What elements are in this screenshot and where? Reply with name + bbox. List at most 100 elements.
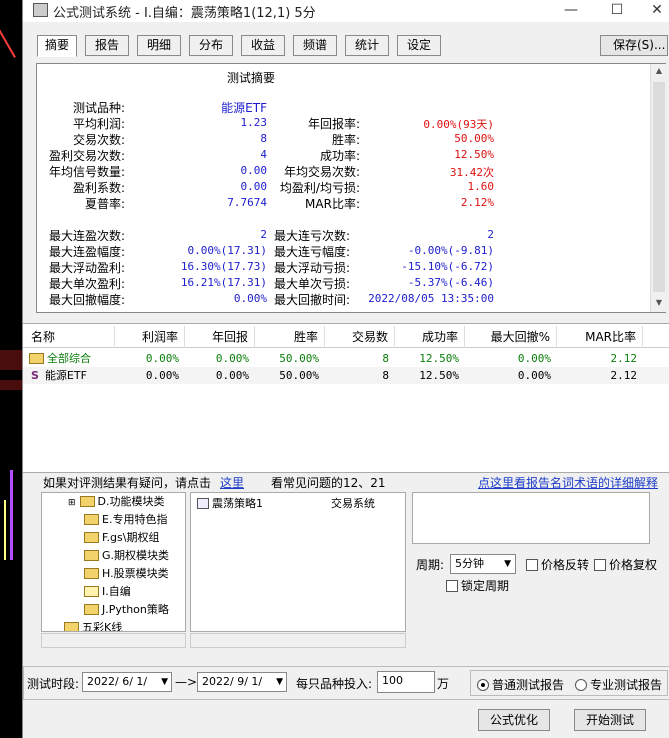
folder-icon	[79, 496, 95, 507]
max-win-streak-label: 最大连盈次数:	[48, 229, 125, 243]
scroll-thumb[interactable]	[653, 82, 665, 292]
col-profit-rate[interactable]: 利润率	[115, 326, 185, 348]
tree-label: F.gs\期权组	[102, 531, 160, 544]
help-link[interactable]: 这里	[220, 474, 244, 491]
max-win-streak-value: 2	[260, 228, 267, 241]
optimize-button[interactable]: 公式优化	[478, 709, 550, 731]
pro-report-radio[interactable]: 专业测试报告	[575, 676, 662, 693]
max-loss-streak-label: 最大连亏次数:	[274, 229, 351, 243]
open-folder-icon	[84, 586, 99, 597]
checkbox-icon	[526, 559, 538, 571]
reverse-price-checkbox[interactable]: 价格反转	[526, 556, 589, 573]
col-win-rate[interactable]: 胜率	[255, 326, 325, 348]
adjust-price-checkbox[interactable]: 价格复权	[594, 556, 657, 573]
tree-item[interactable]: ⊞ D.功能模块类	[68, 493, 165, 511]
tab-profit[interactable]: 收益	[241, 35, 285, 56]
table-cell: 8	[382, 369, 389, 382]
glossary-link[interactable]: 点这里看报告名词术语的详细解释	[478, 474, 658, 491]
max-drawdown-time-value: 2022/08/05 13:35:00	[368, 292, 494, 305]
scroll-up-icon[interactable]: ▲	[651, 66, 667, 75]
window-title: 公式测试系统 - I.自编：震荡策略1(12,1) 5分	[53, 6, 316, 21]
signals-label: 年均信号数量:	[48, 165, 125, 179]
max-float-profit-value: 16.30%(17.73)	[180, 260, 267, 273]
tree-label: 五彩K线	[82, 621, 123, 632]
report-mode-group: 普通测试报告 专业测试报告	[470, 670, 668, 696]
tab-report[interactable]: 报告	[85, 35, 129, 56]
col-mar[interactable]: MAR比率	[557, 326, 643, 348]
title-bar: 公式测试系统 - I.自编：震荡策略1(12,1) 5分 — ☐ ✕	[23, 0, 669, 22]
table-row[interactable]: S 能源ETF 0.00% 0.00% 50.00% 8 12.50% 0.00%…	[23, 367, 669, 384]
invest-input[interactable]: 100	[377, 671, 435, 693]
end-date: 2022/ 9/ 1/	[202, 675, 263, 688]
tree-label: H.股票模块类	[102, 567, 169, 580]
table-cell: 0.00%	[517, 352, 551, 365]
description-box[interactable]	[412, 492, 650, 544]
formula-tree: ⊞ D.功能模块类 E.专用特色指 F.gs\期权组 G.期权模块类 H.股票模块…	[41, 492, 186, 632]
col-annual-return[interactable]: 年回报	[185, 326, 255, 348]
col-success-rate[interactable]: 成功率	[395, 326, 465, 348]
avg-profit-value: 1.23	[240, 116, 268, 129]
tree-label: J.Python策略	[102, 603, 169, 616]
save-button[interactable]: 保存(S)...	[600, 35, 668, 56]
col-name[interactable]: 名称	[23, 326, 115, 348]
folder-icon	[84, 550, 99, 561]
col-trades[interactable]: 交易数	[325, 326, 395, 348]
list-hscrollbar[interactable]	[190, 633, 406, 648]
tree-item[interactable]: F.gs\期权组	[84, 529, 159, 547]
max-float-loss-label: 最大浮动亏损:	[274, 261, 351, 275]
tab-summary[interactable]: 摘要	[37, 35, 77, 57]
minimize-icon[interactable]: —	[551, 0, 591, 22]
profit-factor-label: 盈利系数:	[72, 181, 125, 195]
chart-background-strip	[0, 0, 22, 738]
scroll-down-icon[interactable]: ▼	[651, 298, 667, 307]
tab-spectrum[interactable]: 频谱	[293, 35, 337, 56]
sharpe-value: 7.7674	[227, 196, 267, 209]
tab-statistics[interactable]: 统计	[345, 35, 389, 56]
lock-period-checkbox[interactable]: 锁定周期	[446, 577, 509, 594]
tree-label: I.自编	[102, 585, 131, 598]
table-cell: 0.00%	[145, 369, 179, 382]
tree-item[interactable]: H.股票模块类	[84, 565, 169, 583]
tree-item[interactable]: G.期权模块类	[84, 547, 169, 565]
help-hint: 如果对评测结果有疑问，请点击 这里 看常见问题的12、21 点这里看报告名词术语…	[23, 474, 669, 492]
summary-scrollbar[interactable]: ▲ ▼	[650, 64, 666, 312]
period-select[interactable]: 5分钟 ▼	[450, 554, 516, 574]
maximize-icon[interactable]: ☐	[597, 0, 637, 22]
signals-value: 0.00	[240, 164, 268, 177]
tab-settings[interactable]: 设定	[397, 35, 441, 56]
tree-item[interactable]: J.Python策略	[84, 601, 169, 619]
max-loss-streak-value: 2	[487, 228, 494, 241]
tree-item[interactable]: I.自编	[84, 583, 131, 601]
win-trades-label: 盈利交易次数:	[48, 149, 125, 163]
max-loss-range-value: -0.00%(-9.81)	[407, 244, 494, 257]
folder-icon	[84, 604, 99, 615]
close-icon[interactable]: ✕	[637, 0, 669, 22]
table-header: 名称 利润率 年回报 胜率 交易数 成功率 最大回撤% MAR比率	[23, 326, 669, 348]
end-date-picker[interactable]: 2022/ 9/ 1/ ▼	[197, 672, 287, 692]
max-drawdown-label: 最大回撤幅度:	[48, 293, 125, 307]
radio-label: 专业测试报告	[590, 678, 663, 692]
list-item[interactable]: 震荡策略1	[197, 495, 263, 511]
max-single-loss-value: -5.37%(-6.46)	[407, 276, 494, 289]
col-max-drawdown[interactable]: 最大回撤%	[465, 326, 557, 348]
table-row[interactable]: 全部综合 0.00% 0.00% 50.00% 8 12.50% 0.00% 2…	[23, 350, 669, 367]
tree-hscrollbar[interactable]	[41, 633, 186, 648]
tab-distribution[interactable]: 分布	[189, 35, 233, 56]
table-cell: 2.12	[610, 369, 638, 382]
start-test-button[interactable]: 开始测试	[574, 709, 646, 731]
trades-value: 8	[260, 132, 267, 145]
tab-detail[interactable]: 明细	[137, 35, 181, 56]
tree-item[interactable]: 五彩K线	[64, 619, 123, 632]
table-cell: 50.00%	[279, 369, 319, 382]
test-settings-bar: 测试时段: 2022/ 6/ 1/ ▼ —> 2022/ 9/ 1/ ▼ 每只品种投…	[23, 666, 669, 700]
table-cell: 0.00%	[145, 352, 179, 365]
table-cell: 0.00%	[215, 369, 249, 382]
range-arrow: —>	[175, 675, 198, 689]
tree-label: E.专用特色指	[102, 513, 168, 526]
start-date-picker[interactable]: 2022/ 6/ 1/ ▼	[82, 672, 172, 692]
chevron-down-icon: ▼	[504, 559, 511, 569]
tree-item[interactable]: E.专用特色指	[84, 511, 167, 529]
folder-icon	[84, 514, 99, 525]
normal-report-radio[interactable]: 普通测试报告	[477, 676, 564, 693]
chevron-down-icon: ▼	[161, 677, 168, 687]
